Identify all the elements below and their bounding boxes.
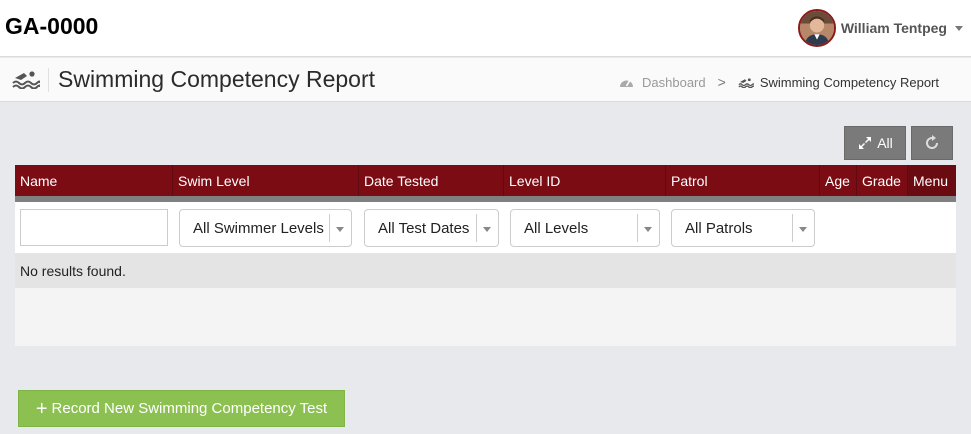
- breadcrumb-current-label: Swimming Competency Report: [759, 74, 939, 90]
- header-divider: [48, 68, 49, 92]
- column-header-grade[interactable]: Grade: [857, 165, 908, 196]
- breadcrumb-dashboard[interactable]: Dashboard: [619, 75, 706, 90]
- breadcrumb-separator: >: [717, 74, 726, 90]
- select-divider: [476, 214, 477, 242]
- avatar[interactable]: [797, 9, 836, 47]
- expand-all-button[interactable]: All: [844, 126, 906, 160]
- page-header: Swimming Competency Report Dashboard > S…: [0, 58, 971, 102]
- date-tested-filter-value[interactable]: All Test Dates: [378, 220, 469, 237]
- level-id-filter-value[interactable]: All Levels: [524, 220, 588, 237]
- top-bar: GA-0000 William Tentpeg: [0, 0, 971, 57]
- breadcrumb: Dashboard > Swimming Competency Report: [619, 74, 939, 90]
- chevron-down-icon[interactable]: [799, 227, 807, 232]
- date-tested-filter-select[interactable]: All Test Dates: [364, 209, 499, 247]
- empty-results-message: No results found.: [15, 253, 956, 288]
- select-divider: [637, 214, 638, 242]
- dashboard-gauge-icon: [620, 79, 634, 87]
- swimmer-icon: [738, 77, 754, 88]
- patrol-filter-value[interactable]: All Patrols: [685, 220, 753, 237]
- chevron-down-icon[interactable]: [955, 25, 963, 31]
- column-header-name[interactable]: Name: [15, 165, 173, 196]
- report-table: Name Swim Level Date Tested Level ID Pat…: [15, 165, 956, 346]
- record-new-test-label[interactable]: Record New Swimming Competency Test: [52, 400, 328, 417]
- name-filter-input[interactable]: [20, 209, 168, 246]
- refresh-icon: [926, 135, 938, 149]
- chevron-down-icon[interactable]: [483, 227, 491, 232]
- chevron-down-icon[interactable]: [644, 227, 652, 232]
- chevron-down-icon[interactable]: [336, 227, 344, 232]
- user-menu[interactable]: William Tentpeg: [797, 8, 963, 48]
- table-empty-area: [15, 288, 956, 346]
- brand-title[interactable]: GA-0000: [5, 13, 98, 40]
- column-header-date-tested[interactable]: Date Tested: [359, 165, 504, 196]
- column-header-patrol[interactable]: Patrol: [666, 165, 820, 196]
- plus-icon: +: [35, 397, 48, 420]
- column-header-swim-level[interactable]: Swim Level: [173, 165, 359, 196]
- user-name[interactable]: William Tentpeg: [841, 20, 947, 36]
- record-new-test-button[interactable]: + Record New Swimming Competency Test: [18, 390, 345, 427]
- filter-row: All Swimmer Levels All Test Dates All Le…: [15, 202, 956, 253]
- patrol-filter-select[interactable]: All Patrols: [671, 209, 815, 247]
- table-header: Name Swim Level Date Tested Level ID Pat…: [15, 165, 956, 196]
- column-header-age[interactable]: Age: [820, 165, 857, 196]
- level-id-filter-select[interactable]: All Levels: [510, 209, 660, 247]
- swim-level-filter-value[interactable]: All Swimmer Levels: [193, 220, 324, 237]
- refresh-button[interactable]: [911, 126, 953, 160]
- select-divider: [329, 214, 330, 242]
- expand-all-label[interactable]: All: [877, 135, 893, 151]
- expand-arrows-icon: [859, 137, 872, 149]
- page-title: Swimming Competency Report: [58, 66, 376, 92]
- breadcrumb-current: Swimming Competency Report: [738, 75, 939, 90]
- breadcrumb-dashboard-label[interactable]: Dashboard: [642, 75, 706, 90]
- column-header-level-id[interactable]: Level ID: [504, 165, 666, 196]
- column-header-menu[interactable]: Menu: [908, 165, 956, 196]
- swimmer-icon: [12, 71, 40, 89]
- swim-level-filter-select[interactable]: All Swimmer Levels: [179, 209, 352, 247]
- select-divider: [792, 214, 793, 242]
